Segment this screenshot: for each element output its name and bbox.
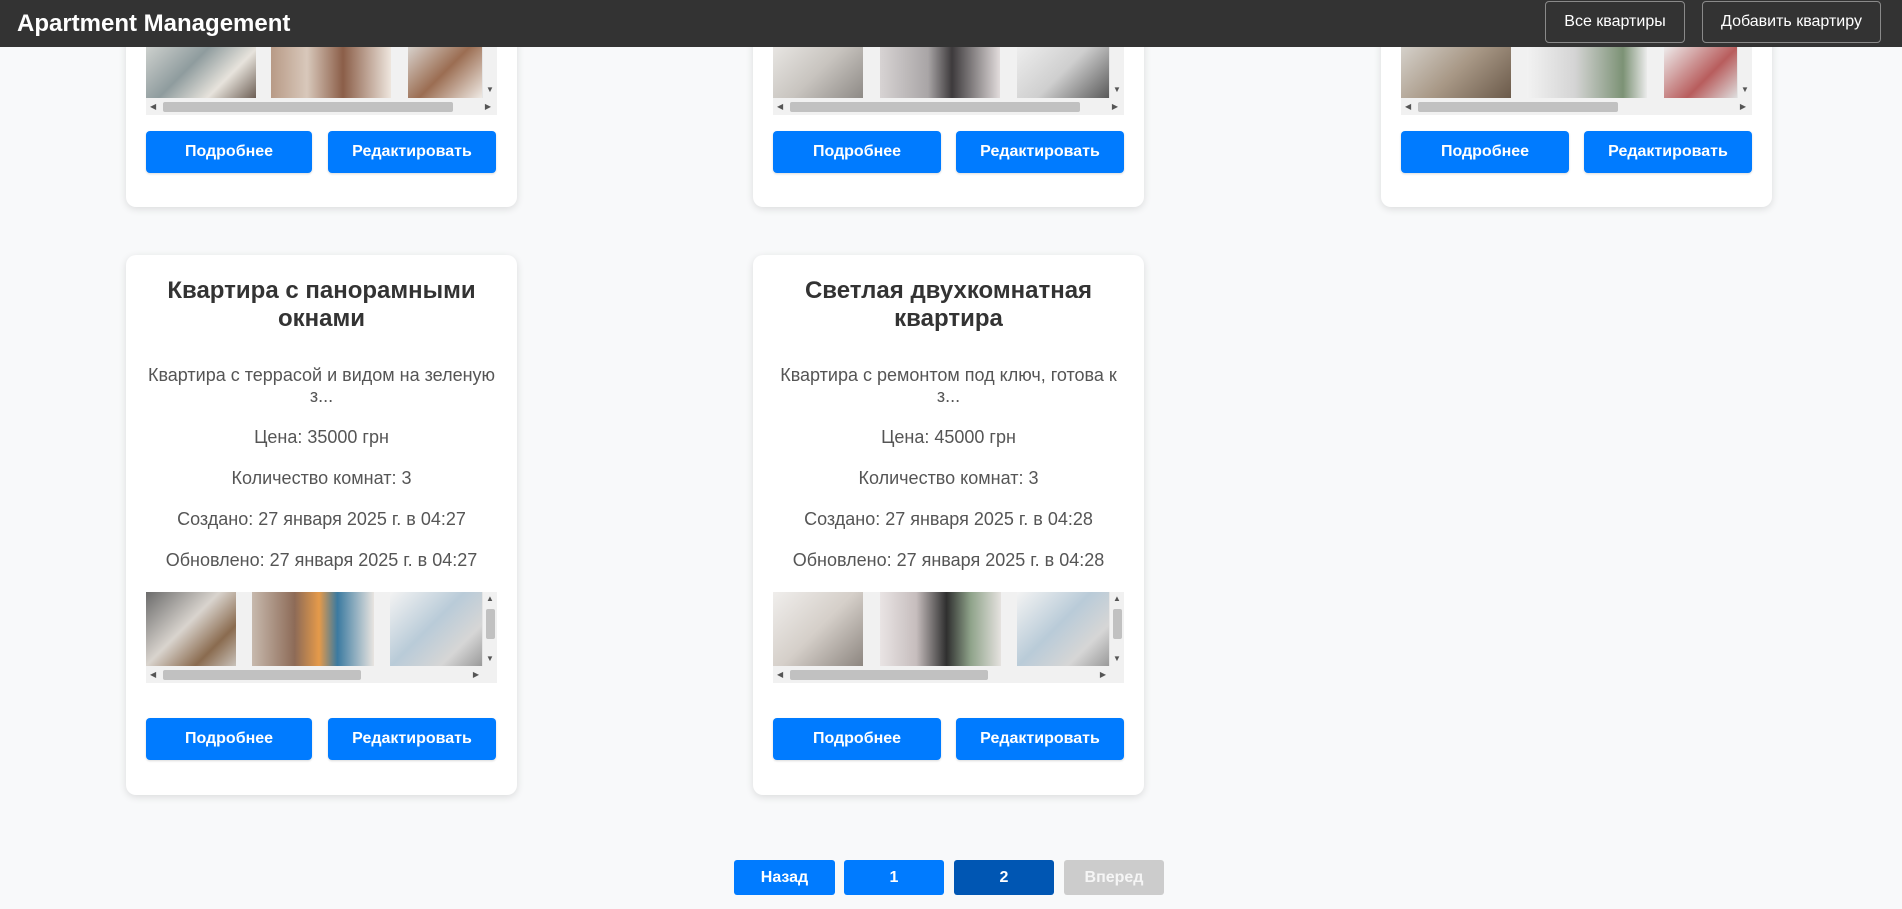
card-description: Квартира с террасой и видом на зеленую з… (147, 365, 496, 406)
apartment-photo (773, 592, 863, 666)
scroll-left-arrow-icon[interactable]: ◀ (150, 671, 156, 679)
card-created: Создано: 27 января 2025 г. в 04:28 (804, 509, 1093, 529)
scrollbar-thumb[interactable] (1418, 102, 1618, 112)
scroll-right-arrow-icon[interactable]: ▶ (1740, 103, 1746, 111)
card-description: Квартира с ремонтом под ключ, готова к з… (780, 365, 1117, 406)
apartment-photo (146, 45, 256, 98)
apartment-photo (1527, 45, 1647, 98)
details-button[interactable]: Подробнее (146, 718, 312, 760)
horizontal-scrollbar[interactable]: ◀ ▶ (146, 98, 497, 115)
edit-button[interactable]: Редактировать (1584, 131, 1752, 173)
apartment-card: ▼ ◀ ▶ Подробнее Редактировать (1381, 20, 1772, 207)
apartment-photo (1401, 45, 1511, 98)
vertical-scrollbar[interactable]: ▼ (1737, 45, 1752, 98)
apartment-photo (252, 592, 374, 666)
vertical-scrollbar[interactable]: ▼ (1109, 45, 1124, 98)
horizontal-scrollbar[interactable]: ◀ ▶ (1401, 98, 1752, 115)
scroll-right-arrow-icon[interactable]: ▶ (485, 103, 491, 111)
card-title: Светлая двухкомнатная квартира (804, 277, 1093, 332)
apartment-photo (773, 45, 863, 98)
app-title[interactable]: Apartment Management (17, 10, 290, 38)
apartment-photo (1017, 592, 1109, 666)
apartment-card: ▼ ◀ ▶ Подробнее Редактировать (126, 20, 517, 207)
vertical-scrollbar[interactable]: ▲ ▼ (482, 592, 497, 666)
apartment-photo (1664, 45, 1737, 98)
card-title: Квартира с панорамными окнами (167, 277, 476, 332)
all-apartments-button[interactable]: Все квартиры (1545, 1, 1685, 43)
edit-button[interactable]: Редактировать (328, 131, 496, 173)
apartment-photo (880, 592, 1001, 666)
apartment-photo (880, 45, 1000, 98)
scroll-left-arrow-icon[interactable]: ◀ (150, 103, 156, 111)
add-apartment-button[interactable]: Добавить квартиру (1702, 1, 1881, 43)
scrollbar-thumb[interactable] (163, 670, 361, 680)
vertical-scrollbar[interactable]: ▲ ▼ (1109, 592, 1124, 666)
horizontal-scrollbar[interactable]: ◀ ▶ (146, 666, 497, 683)
details-button[interactable]: Подробнее (773, 131, 941, 173)
next-page-button[interactable]: Вперед (1064, 860, 1164, 895)
scroll-down-arrow-icon[interactable]: ▼ (1741, 86, 1749, 94)
scroll-left-arrow-icon[interactable]: ◀ (777, 671, 783, 679)
vertical-scrollbar[interactable]: ▼ (482, 45, 497, 98)
scroll-down-arrow-icon[interactable]: ▼ (486, 86, 494, 94)
apartment-card: ▼ ◀ ▶ Подробнее Редактировать (753, 20, 1144, 207)
photo-gallery[interactable]: ▼ ◀ ▶ (773, 45, 1124, 115)
scroll-up-arrow-icon[interactable]: ▲ (486, 595, 494, 603)
card-updated: Обновлено: 27 января 2025 г. в 04:28 (792, 550, 1105, 570)
card-price: Цена: 45000 грн (881, 427, 1016, 447)
details-button[interactable]: Подробнее (773, 718, 941, 760)
card-updated: Обновлено: 27 января 2025 г. в 04:27 (165, 550, 478, 570)
edit-button[interactable]: Редактировать (956, 718, 1124, 760)
apartment-photo (390, 592, 482, 666)
apartment-card: Квартира с панорамными окнами Квартира с… (126, 255, 517, 795)
scroll-right-arrow-icon[interactable]: ▶ (1100, 671, 1106, 679)
page-2-button[interactable]: 2 (954, 860, 1054, 895)
scroll-right-arrow-icon[interactable]: ▶ (1112, 103, 1118, 111)
horizontal-scrollbar[interactable]: ◀ ▶ (773, 666, 1124, 683)
prev-page-button[interactable]: Назад (734, 860, 835, 895)
horizontal-scrollbar[interactable]: ◀ ▶ (773, 98, 1124, 115)
top-navbar: Apartment Management Все квартиры Добави… (0, 0, 1902, 47)
scroll-left-arrow-icon[interactable]: ◀ (1405, 103, 1411, 111)
scrollbar-thumb[interactable] (790, 102, 1080, 112)
details-button[interactable]: Подробнее (1401, 131, 1569, 173)
scrollbar-thumb[interactable] (1113, 609, 1122, 639)
apartment-photo (146, 592, 236, 666)
edit-button[interactable]: Редактировать (956, 131, 1124, 173)
scroll-up-arrow-icon[interactable]: ▲ (1113, 595, 1121, 603)
scroll-down-arrow-icon[interactable]: ▼ (1113, 86, 1121, 94)
apartment-photo (408, 45, 482, 98)
photo-gallery[interactable]: ▼ ◀ ▶ (146, 45, 497, 115)
photo-gallery[interactable]: ▲ ▼ ◀ ▶ (146, 592, 497, 683)
scroll-down-arrow-icon[interactable]: ▼ (486, 655, 494, 663)
scrollbar-thumb[interactable] (163, 102, 453, 112)
details-button[interactable]: Подробнее (146, 131, 312, 173)
page-1-button[interactable]: 1 (844, 860, 944, 895)
apartment-photo (1017, 45, 1109, 98)
scroll-down-arrow-icon[interactable]: ▼ (1113, 655, 1121, 663)
card-rooms: Количество комнат: 3 (858, 468, 1039, 488)
card-created: Создано: 27 января 2025 г. в 04:27 (177, 509, 466, 529)
edit-button[interactable]: Редактировать (328, 718, 496, 760)
photo-gallery[interactable]: ▲ ▼ ◀ ▶ (773, 592, 1124, 683)
card-rooms: Количество комнат: 3 (231, 468, 412, 488)
scrollbar-thumb[interactable] (790, 670, 988, 680)
scrollbar-thumb[interactable] (486, 609, 495, 639)
photo-gallery[interactable]: ▼ ◀ ▶ (1401, 45, 1752, 115)
scroll-left-arrow-icon[interactable]: ◀ (777, 103, 783, 111)
apartment-card: Светлая двухкомнатная квартира Квартира … (753, 255, 1144, 795)
scroll-right-arrow-icon[interactable]: ▶ (473, 671, 479, 679)
card-price: Цена: 35000 грн (254, 427, 389, 447)
apartment-photo (271, 45, 391, 98)
